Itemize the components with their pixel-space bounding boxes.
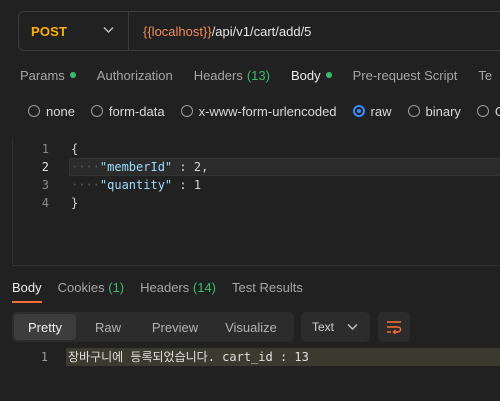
radio-urlencoded-label: x-www-form-urlencoded (198, 103, 337, 119)
method-label: POST (31, 23, 68, 39)
editor-line: 3 ····"quantity" : 1 (13, 176, 500, 194)
url-variable: {{localhost}} (143, 23, 212, 39)
headers-count: (13) (246, 67, 270, 83)
request-url-bar: POST {{localhost}}/api/v1/cart/add/5 (18, 11, 500, 51)
response-format-select[interactable]: Text (301, 312, 370, 342)
wrap-lines-icon (387, 321, 402, 334)
tab-authorization-label: Authorization (96, 67, 173, 83)
response-tab-headers[interactable]: Headers (14) (140, 280, 216, 303)
params-indicator-dot (69, 72, 76, 78)
json-value: 2, (193, 160, 209, 174)
view-pretty-button[interactable]: Pretty (14, 314, 76, 340)
radio-form-data[interactable]: form-data (90, 103, 165, 119)
response-tab-test-results-label: Test Results (232, 280, 303, 295)
tab-params[interactable]: Params (20, 66, 76, 84)
code-text: ····"quantity" : 1 (71, 178, 202, 192)
url-input[interactable]: {{localhost}}/api/v1/cart/add/5 (129, 24, 311, 39)
editor-line: 1 { (13, 140, 500, 158)
json-separator: : (172, 160, 194, 174)
request-tabs: Params Authorization Headers (13) Body Pr… (20, 66, 500, 84)
tab-authorization[interactable]: Authorization (97, 66, 173, 84)
radio-circle (28, 105, 40, 117)
chevron-down-icon (347, 323, 358, 331)
response-tab-headers-label: Headers (140, 280, 190, 295)
view-raw-button[interactable]: Raw (76, 314, 140, 340)
line-number: 1 (41, 142, 49, 156)
radio-circle (407, 105, 420, 117)
tab-pre-request-script-label: Pre-request Script (352, 67, 458, 83)
response-tab-test-results[interactable]: Test Results (232, 280, 303, 303)
radio-circle (476, 105, 489, 117)
url-path: /api/v1/cart/add/5 (211, 23, 312, 39)
radio-form-data-label: form-data (108, 103, 165, 119)
json-value: 1 (193, 178, 202, 192)
tab-headers[interactable]: Headers (13) (194, 66, 270, 84)
line-number: 2 (41, 160, 49, 174)
radio-raw-label: raw (370, 103, 392, 119)
response-headers-count: (14) (192, 280, 217, 295)
radio-circle (90, 105, 103, 117)
response-tab-body[interactable]: Body (12, 280, 42, 303)
view-preview-button[interactable]: Preview (140, 314, 210, 340)
response-body-line: 1 장바구니에 등록되었습니다. cart_id : 13 (12, 348, 500, 366)
tab-tests-label: Te (478, 67, 493, 83)
chevron-down-icon (103, 26, 114, 34)
code-text: } (71, 196, 79, 210)
response-view-segmented-control: Pretty Raw Preview Visualize (12, 312, 294, 342)
json-separator: : (172, 178, 194, 192)
view-visualize-button[interactable]: Visualize (210, 314, 292, 340)
tab-tests[interactable]: Te (478, 66, 492, 84)
body-indicator-dot (325, 72, 332, 78)
line-number: 1 (40, 350, 48, 364)
tab-body-label: Body (290, 67, 321, 83)
tab-headers-label: Headers (193, 67, 243, 83)
response-tab-cookies[interactable]: Cookies (1) (58, 280, 124, 303)
code-text: ····"memberId" : 2, (71, 160, 209, 174)
wrap-lines-button[interactable] (378, 312, 410, 342)
response-format-label: Text (312, 320, 335, 334)
editor-line: 4 } (13, 194, 500, 212)
response-tab-cookies-label: Cookies (57, 280, 105, 295)
radio-circle (180, 105, 193, 117)
request-body-editor[interactable]: 1 { 2 ····"memberId" : 2, 3 ····"quantit… (12, 138, 500, 266)
radio-none-label: none (46, 103, 75, 119)
line-number: 4 (41, 196, 49, 210)
radio-binary[interactable]: binary (407, 103, 461, 119)
tab-pre-request-script[interactable]: Pre-request Script (353, 66, 458, 84)
radio-graphql-label: G (494, 103, 500, 119)
radio-none[interactable]: none (28, 103, 75, 119)
response-tab-body-label: Body (12, 280, 42, 295)
json-key: "quantity" (99, 178, 173, 192)
radio-binary-label: binary (425, 103, 461, 119)
json-key: "memberId" (99, 160, 173, 174)
radio-graphql[interactable]: G (476, 103, 500, 119)
line-number: 3 (41, 178, 49, 192)
tab-body[interactable]: Body (291, 66, 332, 84)
response-tabs: Body Cookies (1) Headers (14) Test Resul… (12, 280, 319, 303)
code-text: { (71, 142, 79, 156)
editor-line-current: 2 ····"memberId" : 2, (13, 158, 500, 176)
pane-divider[interactable] (12, 265, 500, 266)
radio-raw[interactable]: raw (352, 103, 392, 119)
radio-circle-selected (352, 105, 365, 117)
tab-params-label: Params (20, 67, 65, 83)
method-select[interactable]: POST (19, 12, 129, 50)
response-body-text: 장바구니에 등록되었습니다. cart_id : 13 (68, 350, 309, 364)
cookies-count: (1) (108, 280, 125, 295)
body-type-radios: none form-data x-www-form-urlencoded raw… (28, 103, 500, 119)
radio-urlencoded[interactable]: x-www-form-urlencoded (180, 103, 337, 119)
